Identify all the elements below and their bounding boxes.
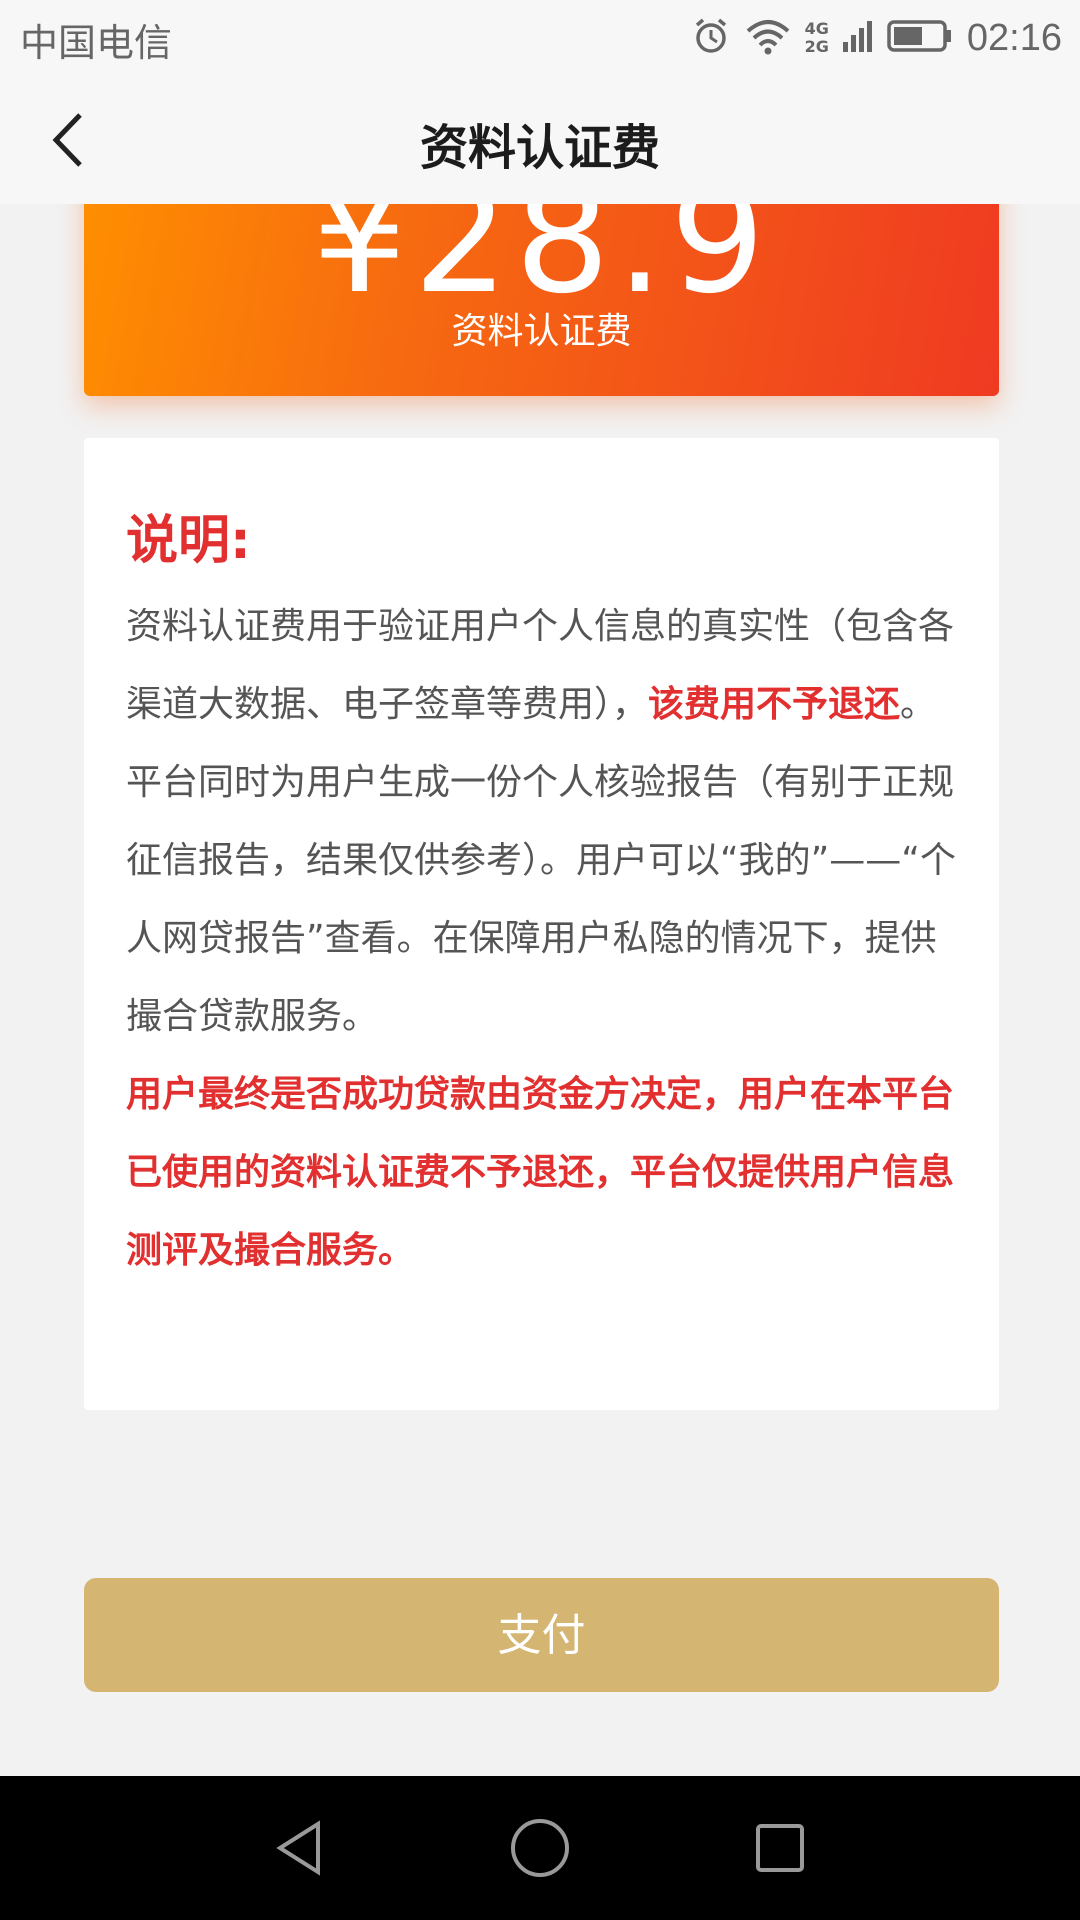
navigation-bar [0, 1776, 1080, 1920]
wifi-icon [745, 16, 791, 60]
recents-square-icon[interactable] [740, 1808, 820, 1888]
signal-icon [842, 16, 873, 60]
status-bar: 中国电信 4G 2G 02:16 [0, 0, 1080, 78]
description-body: 资料认证费用于验证用户个人信息的真实性（包含各渠道大数据、电子签章等费用），该费… [126, 588, 956, 1290]
carrier-name: 中国电信 [20, 21, 173, 65]
network-type: 4G 2G [805, 20, 829, 56]
network-label-top: 4G [804, 19, 829, 38]
description-card: 说明: 资料认证费用于验证用户个人信息的真实性（包含各渠道大数据、电子签章等费用… [84, 438, 999, 1410]
alarm-icon [691, 16, 731, 60]
status-time: 02:16 [966, 16, 1062, 59]
description-text-continued: 。平台同时为用户生成一份个人核验报告（有别于正规征信报告，结果仅供参考）。用户可… [126, 684, 956, 1037]
warning-text: 用户最终是否成功贷款由资金方决定，用户在本平台已使用的资料认证费不予退还，平台仅… [126, 1074, 955, 1271]
description-title: 说明: [126, 511, 251, 571]
back-triangle-icon[interactable] [260, 1808, 340, 1888]
home-circle-icon[interactable] [500, 1808, 580, 1888]
page-title: 资料认证费 [419, 120, 660, 176]
price-label: 资料认证费 [451, 311, 632, 352]
status-icons: 4G 2G 02:16 [691, 8, 1062, 68]
network-label-bottom: 2G [804, 37, 829, 56]
header: 资料认证费 [0, 78, 1080, 204]
battery-icon [887, 16, 953, 60]
no-refund-notice: 该费用不予退还 [648, 684, 901, 725]
pay-button[interactable]: 支付 [84, 1578, 999, 1692]
